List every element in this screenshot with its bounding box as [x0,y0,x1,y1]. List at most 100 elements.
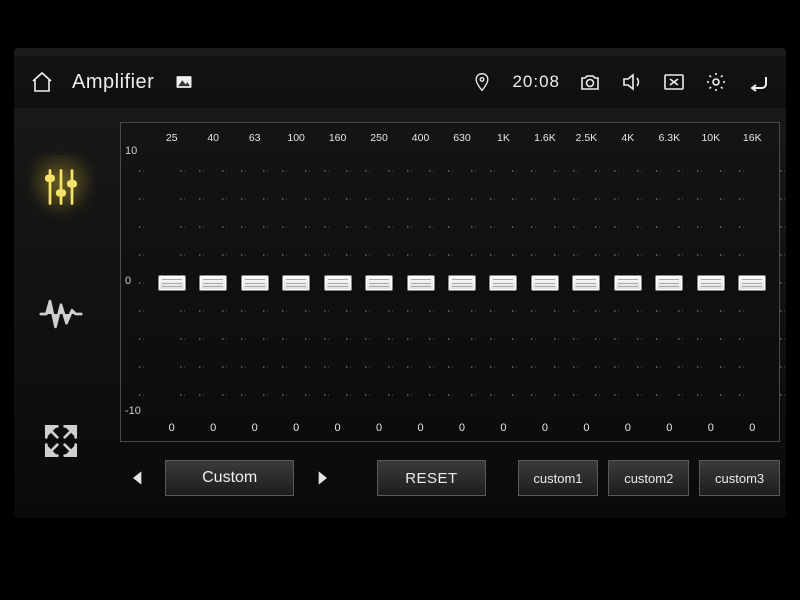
eq-band: 1K 0 [483,129,524,437]
back-icon[interactable] [746,70,770,94]
band-freq-label: 1K [497,129,510,147]
band-value: 0 [210,419,216,437]
band-value: 0 [293,419,299,437]
eq-band: 1600 [317,129,358,437]
eq-band: 1.6K 0 [524,129,565,437]
picture-icon[interactable] [172,70,196,94]
slider-thumb[interactable] [365,275,393,291]
preset-prev-button[interactable] [120,458,155,498]
preset-slot-1[interactable]: custom1 [518,460,599,496]
slider-thumb[interactable] [614,275,642,291]
band-slider[interactable] [317,151,358,415]
band-freq-label: 630 [453,129,471,147]
preset-name[interactable]: Custom [165,460,294,496]
band-freq-label: 250 [370,129,388,147]
slider-thumb[interactable] [655,275,683,291]
eq-bands: 250400630100016002500400063001K01.6K02.5… [151,123,779,441]
band-value: 0 [542,419,548,437]
home-icon[interactable] [30,70,54,94]
band-slider[interactable] [192,151,233,415]
eq-band: 40 0 [192,129,233,437]
band-freq-label: 25 [166,129,178,147]
reset-button[interactable]: RESET [377,460,485,496]
clock: 20:08 [512,72,560,92]
band-slider[interactable] [151,151,192,415]
eq-band: 16K 0 [732,129,773,437]
slider-thumb[interactable] [572,275,600,291]
scale-min: -10 [125,405,151,417]
camera-icon[interactable] [578,70,602,94]
slider-thumb[interactable] [324,275,352,291]
band-freq-label: 40 [207,129,219,147]
preset-next-button[interactable] [304,458,339,498]
band-freq-label: 1.6K [534,129,556,147]
band-slider[interactable] [275,151,316,415]
location-icon[interactable] [470,70,494,94]
band-slider[interactable] [649,151,690,415]
band-value: 0 [169,419,175,437]
eq-scale: 10 0 -10 [121,123,151,441]
band-slider[interactable] [400,151,441,415]
brightness-down-icon[interactable] [704,70,728,94]
preset-slot-2[interactable]: custom2 [608,460,689,496]
slider-thumb[interactable] [489,275,517,291]
slider-thumb[interactable] [282,275,310,291]
slider-thumb[interactable] [407,275,435,291]
eq-band: 2.5K 0 [566,129,607,437]
slider-thumb[interactable] [531,275,559,291]
mode-sound[interactable] [29,282,93,346]
band-freq-label: 4K [621,129,634,147]
bottom-controls: Custom RESET custom1 custom2 custom3 [120,454,780,502]
band-slider[interactable] [524,151,565,415]
band-freq-label: 400 [412,129,430,147]
slider-thumb[interactable] [448,275,476,291]
band-value: 0 [459,419,465,437]
slider-thumb[interactable] [158,275,186,291]
eq-band: 630 0 [441,129,482,437]
band-value: 0 [376,419,382,437]
band-slider[interactable] [358,151,399,415]
band-freq-label: 10K [701,129,720,147]
band-value: 0 [666,419,672,437]
mode-balance[interactable] [29,409,93,473]
band-value: 0 [708,419,714,437]
eq-band: 6.3K 0 [649,129,690,437]
band-value: 0 [749,419,755,437]
slider-thumb[interactable] [738,275,766,291]
preset-slot-3[interactable]: custom3 [699,460,780,496]
eq-band: 63 0 [234,129,275,437]
band-freq-label: 160 [329,129,347,147]
volume-icon[interactable] [620,70,644,94]
band-freq-label: 63 [249,129,261,147]
eq-band: 100 0 [275,129,316,437]
slider-thumb[interactable] [199,275,227,291]
band-slider[interactable] [441,151,482,415]
app-title: Amplifier [72,71,154,94]
band-slider[interactable] [483,151,524,415]
band-slider[interactable] [566,151,607,415]
band-slider[interactable] [607,151,648,415]
band-freq-label: 100 [287,129,305,147]
eq-band: 25 0 [151,129,192,437]
band-value: 0 [417,419,423,437]
slider-thumb[interactable] [241,275,269,291]
eq-band: 4K0 [607,129,648,437]
close-screen-icon[interactable] [662,70,686,94]
eq-band: 10K 0 [690,129,731,437]
mode-equalizer[interactable] [29,155,93,219]
status-bar: Amplifier 20:08 [14,56,786,108]
slider-thumb[interactable] [697,275,725,291]
band-slider[interactable] [690,151,731,415]
band-value: 0 [252,419,258,437]
band-value: 0 [500,419,506,437]
band-freq-label: 6.3K [659,129,681,147]
band-value: 0 [335,419,341,437]
band-freq-label: 2.5K [576,129,598,147]
eq-band: 250 0 [358,129,399,437]
scale-mid: 0 [125,275,151,287]
band-value: 0 [583,419,589,437]
band-freq-label: 16K [743,129,762,147]
band-slider[interactable] [234,151,275,415]
eq-band: 400 0 [400,129,441,437]
band-slider[interactable] [732,151,773,415]
